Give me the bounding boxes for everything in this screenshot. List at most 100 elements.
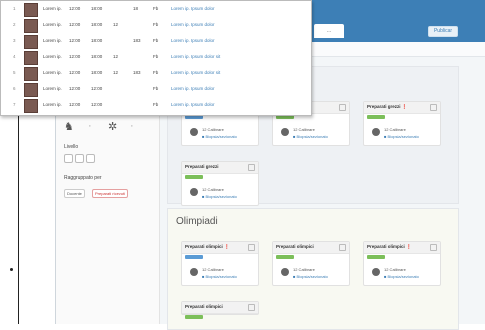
card[interactable]: Preparati olimpici xyxy=(181,301,259,319)
status-badge xyxy=(185,315,203,319)
row-num: 7 xyxy=(13,102,16,107)
avatar xyxy=(190,188,198,196)
dot-icon-2[interactable]: · xyxy=(130,120,134,132)
close-icon[interactable] xyxy=(430,244,437,251)
thumbnail xyxy=(24,3,38,17)
cell: Fb xyxy=(153,6,159,11)
close-icon[interactable] xyxy=(339,244,346,251)
card-link[interactable]: ■ Biopsia/sezionato xyxy=(202,134,237,139)
level-box-2[interactable] xyxy=(75,154,84,163)
card[interactable]: Preparati olimpici 12 Calibrare ■ Biopsi… xyxy=(272,241,350,286)
card-link[interactable]: ■ Biopsia/sezionato xyxy=(384,274,419,279)
card-link[interactable]: ■ Biopsia/sezionato xyxy=(202,274,237,279)
cell: 18:00 xyxy=(91,22,103,27)
thumbnail xyxy=(24,51,38,65)
avatar xyxy=(281,128,289,136)
cell: Lorem ip. xyxy=(43,70,62,75)
avatar xyxy=(190,128,198,136)
thumbnail xyxy=(24,67,38,81)
card-link[interactable]: ■ Biopsia/sezionato xyxy=(293,134,328,139)
cell: 12:00 xyxy=(69,38,81,43)
board-panel-olimpiadi: Olimpiadi Preparati olimpici ❗ 12 Calibr… xyxy=(167,208,459,330)
table-row[interactable]: 7 Lorem ip. 12:00 12:00 Fb Lorem ip. Ips… xyxy=(1,97,311,113)
group-by-label: Raggruppato per xyxy=(64,175,102,181)
row-link[interactable]: Lorem ip. Ipsum dolor xyxy=(171,6,215,11)
filter-chip-teacher[interactable]: Docente xyxy=(64,189,85,198)
table-row[interactable]: 3 Lorem ip. 12:00 18:00 183 Fb Lorem ip.… xyxy=(1,33,311,49)
card-link[interactable]: ■ Biopsia/sezionato xyxy=(202,194,237,199)
card[interactable]: Preparati grezzi ❗ 12 Calibrare ■ Biopsi… xyxy=(363,101,441,146)
cell: 183 xyxy=(133,38,141,43)
cell: 12:00 xyxy=(69,54,81,59)
close-icon[interactable] xyxy=(248,164,255,171)
panel-title: Olimpiadi xyxy=(176,216,218,227)
cell: 12:00 xyxy=(91,102,103,107)
row-link[interactable]: Lorem ip. Ipsum dolor sit xyxy=(171,70,220,75)
cell: Fb xyxy=(153,22,159,27)
card[interactable]: Preparati olimpici ❗ 12 Calibrare ■ Biop… xyxy=(181,241,259,286)
table-row[interactable]: 1 Lorem ip. 12:00 18:00 18 Fb Lorem ip. … xyxy=(1,1,311,17)
table-row[interactable]: 6 Lorem ip. 12:00 12:00 Fb Lorem ip. Ips… xyxy=(1,81,311,97)
cell: Lorem ip. xyxy=(43,86,62,91)
dot-icon[interactable]: · xyxy=(88,120,92,132)
row-link[interactable]: Lorem ip. Ipsum dolor sit xyxy=(171,54,220,59)
status-badge xyxy=(185,255,203,259)
card-title: Preparati olimpici xyxy=(276,244,314,249)
row-num: 6 xyxy=(13,86,16,91)
row-link[interactable]: Lorem ip. Ipsum dolor xyxy=(171,102,215,107)
cell: Fb xyxy=(153,38,159,43)
cell: Fb xyxy=(153,54,159,59)
card-meta: 12 Calibrare xyxy=(202,127,224,132)
thumbnail xyxy=(24,19,38,33)
cell: 183 xyxy=(133,70,141,75)
row-link[interactable]: Lorem ip. Ipsum dolor xyxy=(171,22,215,27)
level-box-1[interactable] xyxy=(64,154,73,163)
cell: 18:00 xyxy=(91,6,103,11)
publish-button[interactable]: Publicar xyxy=(428,26,458,37)
row-num: 3 xyxy=(13,38,16,43)
avatar xyxy=(190,268,198,276)
close-icon[interactable] xyxy=(248,244,255,251)
avatar xyxy=(372,128,380,136)
cell: Fb xyxy=(153,102,159,107)
card-link[interactable]: ■ Biopsia/sezionato xyxy=(384,134,419,139)
cell: 12:00 xyxy=(69,22,81,27)
header-tab[interactable]: … xyxy=(314,24,344,38)
thumbnail xyxy=(24,35,38,49)
card[interactable]: Preparati grezzi 12 Calibrare ■ Biopsia/… xyxy=(181,161,259,206)
row-link[interactable]: Lorem ip. Ipsum dolor xyxy=(171,38,215,43)
card-title: Preparati olimpici ❗ xyxy=(185,244,230,249)
avatar xyxy=(372,268,380,276)
schedule-popup: 1 Lorem ip. 12:00 18:00 18 Fb Lorem ip. … xyxy=(0,0,312,116)
card-meta: 12 Calibrare xyxy=(202,267,224,272)
table-row[interactable]: 4 Lorem ip. 12:00 18:00 12 Fb Lorem ip. … xyxy=(1,49,311,65)
table-row[interactable]: 5 Lorem ip. 12:00 18:00 12 183 Fb Lorem … xyxy=(1,65,311,81)
cell: 12:00 xyxy=(69,86,81,91)
cell: 18 xyxy=(133,6,139,11)
card[interactable]: Preparati olimpici ❗ 12 Calibrare ■ Biop… xyxy=(363,241,441,286)
cell: 12:00 xyxy=(69,6,81,11)
close-icon[interactable] xyxy=(248,304,255,311)
card-meta: 12 Calibrare xyxy=(293,127,315,132)
gear-icon[interactable]: ✲ xyxy=(108,120,117,133)
cell: 18:00 xyxy=(91,38,103,43)
card-title: Preparati olimpici xyxy=(185,304,223,309)
card-title: Preparati grezzi xyxy=(185,164,219,169)
cell: Fb xyxy=(153,70,159,75)
card-title: Preparati olimpici ❗ xyxy=(367,244,412,249)
card-meta: 12 Calibrare xyxy=(293,267,315,272)
row-link[interactable]: Lorem ip. Ipsum dolor xyxy=(171,86,215,91)
cell: 12:00 xyxy=(91,86,103,91)
row-num: 1 xyxy=(13,6,16,11)
mascot-icon[interactable]: ♞ xyxy=(64,120,74,133)
card-link[interactable]: ■ Biopsia/sezionato xyxy=(293,274,328,279)
filter-chip-received[interactable]: Preparati ricevuti xyxy=(92,189,129,198)
status-badge xyxy=(367,255,385,259)
page-edge-line xyxy=(18,110,19,324)
level-box-3[interactable] xyxy=(86,154,95,163)
close-icon[interactable] xyxy=(430,104,437,111)
cell: Lorem ip. xyxy=(43,38,62,43)
close-icon[interactable] xyxy=(339,104,346,111)
cell: 12:00 xyxy=(69,70,81,75)
table-row[interactable]: 2 Lorem ip. 12:00 18:00 12 Fb Lorem ip. … xyxy=(1,17,311,33)
